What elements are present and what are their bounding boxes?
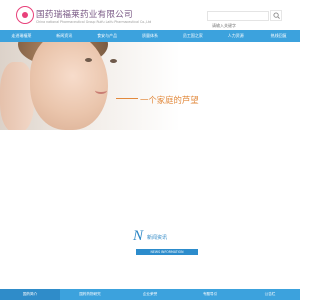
- search-input[interactable]: [208, 21, 276, 30]
- hero-hand-image: [0, 62, 34, 130]
- news-title-en: NEWS INFORMATION: [136, 249, 198, 255]
- main-nav: 走进瑞福莱 新闻资讯 食安与产品 质量体系 员工国之家 人力资源 热线回复: [0, 30, 300, 42]
- hero-banner: 一个家庭的芦望: [0, 42, 300, 130]
- nav-item-quality[interactable]: 质量体系: [129, 30, 172, 42]
- hero-eye-left: [85, 58, 92, 62]
- footer-item-intro[interactable]: 国药简介: [0, 289, 60, 300]
- hero-slogan: 一个家庭的芦望: [140, 96, 199, 105]
- nav-item-staff-home[interactable]: 员工国之家: [171, 30, 214, 42]
- company-logo-icon[interactable]: [16, 6, 34, 24]
- footer-item-topics[interactable]: 专题导引: [180, 289, 240, 300]
- footer-nav: 国药简介 国药药物研究 企业荣誉 专题导引 公告栏: [0, 289, 300, 300]
- news-section-title: N 新闻资讯 NEWS INFORMATION: [130, 228, 210, 260]
- footer-item-notices[interactable]: 公告栏: [240, 289, 300, 300]
- nav-item-about[interactable]: 走进瑞福莱: [0, 30, 43, 42]
- news-big-letter: N: [133, 228, 144, 244]
- hero-baby-image: [30, 42, 117, 130]
- hero-eye-right: [110, 59, 117, 63]
- search-icon: [272, 12, 280, 19]
- footer-item-research[interactable]: 国药药物研究: [60, 289, 120, 300]
- nav-item-hr[interactable]: 人力资源: [214, 30, 257, 42]
- search-box[interactable]: [207, 11, 276, 30]
- hero-mouth: [95, 87, 107, 94]
- slogan-line: [116, 98, 138, 99]
- nav-item-hotline[interactable]: 热线回复: [257, 30, 300, 42]
- news-title-cn: 新闻资讯: [147, 235, 168, 241]
- search-button[interactable]: [270, 10, 282, 21]
- company-name-en: China national Pharmaceutical Group Ruif…: [36, 20, 152, 24]
- nav-item-news[interactable]: 新闻资讯: [43, 30, 86, 42]
- nav-item-products[interactable]: 食安与产品: [86, 30, 129, 42]
- company-name-cn: 国药瑞福莱药业有限公司: [36, 9, 133, 19]
- header: 国药瑞福莱药业有限公司 China national Pharmaceutica…: [0, 0, 300, 30]
- footer-item-honors[interactable]: 企业荣誉: [120, 289, 180, 300]
